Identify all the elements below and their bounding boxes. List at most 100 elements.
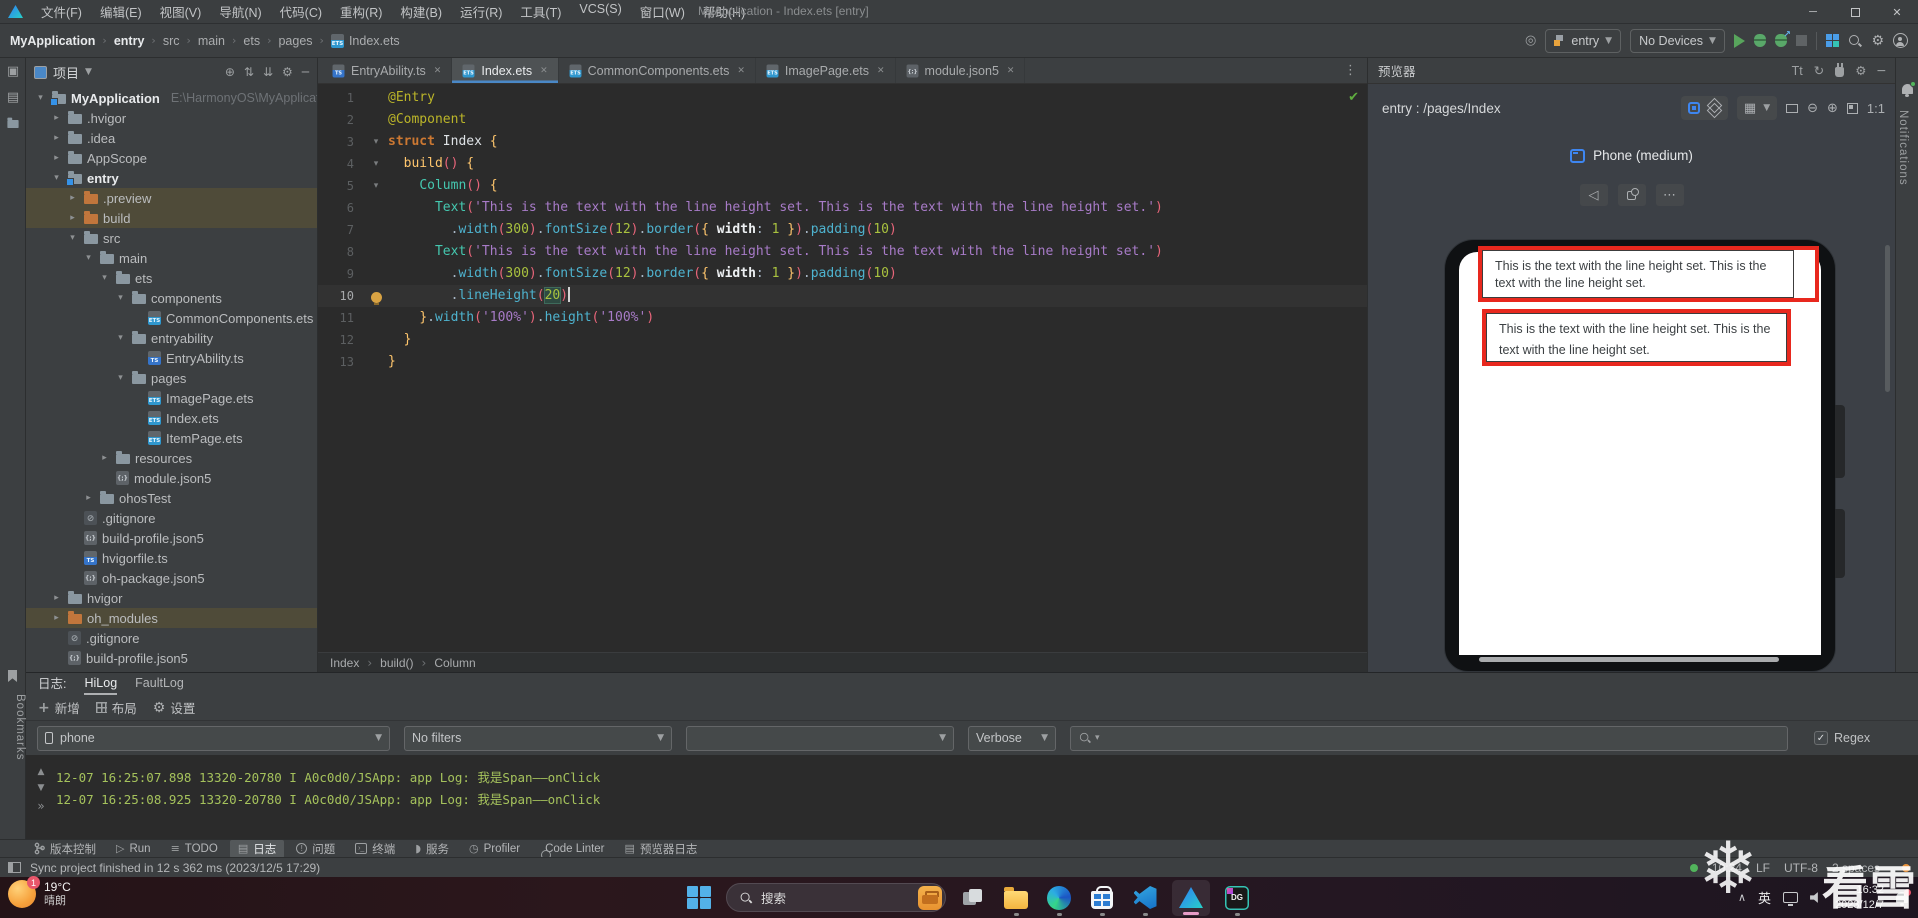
- menu-item[interactable]: 窗口(W): [632, 0, 693, 23]
- tree-chevron-icon[interactable]: ▸: [50, 593, 63, 603]
- status-widget[interactable]: 10:24: [1712, 861, 1742, 875]
- code-line[interactable]: 13}: [318, 351, 1367, 373]
- log-tab[interactable]: FaultLog: [135, 676, 184, 695]
- code-editor[interactable]: 1 @Entry 2 @Component 3 ▾ struct Index {4 ▾ bui…: [318, 84, 1367, 652]
- code-line[interactable]: 8 Text('This is the text with the line h…: [318, 241, 1367, 263]
- preview-more-button[interactable]: ⋯: [1655, 184, 1684, 206]
- menu-item[interactable]: 运行(R): [452, 0, 510, 23]
- tree-chevron-icon[interactable]: ▾: [114, 333, 127, 343]
- debug-button[interactable]: [1753, 34, 1766, 47]
- tree-chevron-icon[interactable]: ▸: [98, 453, 111, 463]
- structure-toolwindow-icon[interactable]: ▤: [0, 84, 26, 110]
- close-icon[interactable]: ✕: [877, 65, 885, 76]
- tree-item[interactable]: ▸ .preview: [26, 188, 317, 208]
- notifications-bell-icon[interactable]: [1901, 81, 1916, 97]
- toolwindow-button-log[interactable]: ▤ 日志: [229, 839, 285, 858]
- editor-tab[interactable]: EntryAbility.ts ✕: [322, 58, 453, 83]
- sdk-manager-icon[interactable]: [1825, 33, 1840, 48]
- zoom-in-icon[interactable]: ⊕: [1827, 101, 1838, 116]
- menu-item[interactable]: 代码(C): [272, 0, 330, 23]
- toolwindow-button-run[interactable]: ▷ Run: [108, 841, 159, 856]
- zoom-out-icon[interactable]: ⊖: [1807, 101, 1818, 116]
- tree-chevron-icon[interactable]: ▸: [50, 133, 63, 143]
- grid-view-icon[interactable]: ▦: [1744, 101, 1756, 116]
- menu-item[interactable]: 工具(T): [512, 0, 569, 23]
- menu-item[interactable]: 文件(F): [33, 0, 90, 23]
- component-inspect-icon[interactable]: [1687, 102, 1700, 114]
- log-prev-icon[interactable]: ▲: [38, 767, 45, 777]
- close-icon[interactable]: ✕: [737, 65, 745, 76]
- regex-option[interactable]: ✓ Regex: [1814, 731, 1870, 745]
- expand-all-icon[interactable]: ⇅: [244, 65, 254, 79]
- log-layout-button[interactable]: 布局: [95, 698, 137, 717]
- tree-item[interactable]: ▾ entryability: [26, 328, 317, 348]
- preview-device-label[interactable]: Phone (medium): [1593, 148, 1693, 163]
- editor-breadcrumb-item[interactable]: build(): [380, 656, 413, 670]
- tree-chevron-icon[interactable]: ▾: [114, 293, 127, 303]
- inspection-ok-icon[interactable]: ✔: [1348, 90, 1359, 105]
- toolwindow-button-profiler[interactable]: ◷ Profiler: [461, 841, 528, 856]
- panel-options-gear-icon[interactable]: ⚙: [282, 65, 293, 79]
- start-button[interactable]: [683, 879, 715, 917]
- toolwindow-button-todo[interactable]: ≡ TODO: [163, 841, 226, 856]
- tree-item[interactable]: ▾ main: [26, 248, 317, 268]
- tree-item[interactable]: ▾ MyApplication E:\HarmonyOS\MyApplicatio: [26, 88, 317, 108]
- folder-toolwindow-icon[interactable]: [0, 110, 26, 136]
- tree-chevron-icon[interactable]: ▸: [66, 193, 79, 203]
- log-next-icon[interactable]: ▼: [38, 783, 45, 793]
- preview-horizontal-scrollbar[interactable]: [1479, 657, 1779, 662]
- code-line[interactable]: 2 @Component: [318, 109, 1367, 131]
- log-settings-button[interactable]: ⚙ 设置: [153, 698, 196, 717]
- code-line[interactable]: 9 .width(300).fontSize(12).border({ widt…: [318, 263, 1367, 285]
- tree-item[interactable]: ▾ ets: [26, 268, 317, 288]
- tree-item[interactable]: oh-package.json5: [26, 568, 317, 588]
- editor-breadcrumb-item[interactable]: Column: [434, 656, 475, 670]
- tree-item[interactable]: ▸ .idea: [26, 128, 317, 148]
- deveco-studio-taskbar-icon[interactable]: [1172, 879, 1210, 916]
- tree-item[interactable]: ImagePage.ets: [26, 388, 317, 408]
- toolwindow-button-services[interactable]: ◗ 服务: [407, 840, 457, 858]
- breadcrumb-item[interactable]: src: [163, 34, 180, 48]
- ime-indicator[interactable]: 英: [1758, 888, 1771, 907]
- network-icon[interactable]: [1783, 892, 1799, 906]
- code-line[interactable]: 5 ▾ Column() {: [318, 175, 1367, 197]
- tree-item[interactable]: .gitignore: [26, 508, 317, 528]
- menu-item[interactable]: 视图(V): [152, 0, 210, 23]
- code-line[interactable]: 10 .lineHeight(20): [318, 285, 1367, 307]
- microsoft-store-icon[interactable]: [1086, 879, 1118, 917]
- menu-item[interactable]: 编辑(E): [92, 0, 150, 23]
- frame-icon[interactable]: [1786, 103, 1799, 113]
- tree-item[interactable]: ▸ build: [26, 208, 317, 228]
- font-scale-icon[interactable]: Tt: [1792, 64, 1803, 78]
- tree-item[interactable]: ▾ entry: [26, 168, 317, 188]
- tree-item[interactable]: ▸ hvigor: [26, 588, 317, 608]
- preview-recents-button[interactable]: [1617, 184, 1646, 206]
- menu-item[interactable]: 导航(N): [211, 0, 269, 23]
- tree-item[interactable]: ▾ pages: [26, 368, 317, 388]
- vscode-icon[interactable]: [1129, 879, 1161, 917]
- settings-gear-icon[interactable]: ⚙: [1871, 33, 1884, 49]
- project-panel-title[interactable]: 项目: [53, 63, 79, 82]
- taskbar-search[interactable]: 搜索: [726, 883, 946, 912]
- fit-to-screen-icon[interactable]: [1846, 102, 1858, 114]
- menu-item[interactable]: VCS(S): [571, 0, 629, 23]
- log-add-button[interactable]: + 新增: [38, 698, 80, 717]
- tree-item[interactable]: CommonComponents.ets: [26, 308, 317, 328]
- tree-item[interactable]: ▾ components: [26, 288, 317, 308]
- tree-chevron-icon[interactable]: ▾: [34, 93, 47, 103]
- toolwindow-button-lint[interactable]: Code Linter: [532, 842, 612, 856]
- maximize-button[interactable]: [1834, 0, 1876, 24]
- run-button[interactable]: [1733, 33, 1745, 48]
- breadcrumb-item[interactable]: pages: [278, 34, 312, 48]
- log-search-input[interactable]: ▾: [1070, 725, 1788, 751]
- bookmark-icon[interactable]: [8, 670, 17, 682]
- clock[interactable]: 16:32 2023/12/7: [1835, 883, 1884, 913]
- bookmarks-toolwindow-tab[interactable]: Bookmarks: [0, 690, 26, 761]
- breadcrumb-item[interactable]: ets: [243, 34, 260, 48]
- code-line[interactable]: 7 .width(300).fontSize(12).border({ widt…: [318, 219, 1367, 241]
- locate-file-icon[interactable]: ⊕: [225, 65, 235, 79]
- log-more-icon[interactable]: »: [37, 799, 44, 813]
- account-avatar[interactable]: [1893, 33, 1908, 48]
- tree-item[interactable]: ▸ resources: [26, 448, 317, 468]
- volume-icon[interactable]: [1810, 892, 1818, 903]
